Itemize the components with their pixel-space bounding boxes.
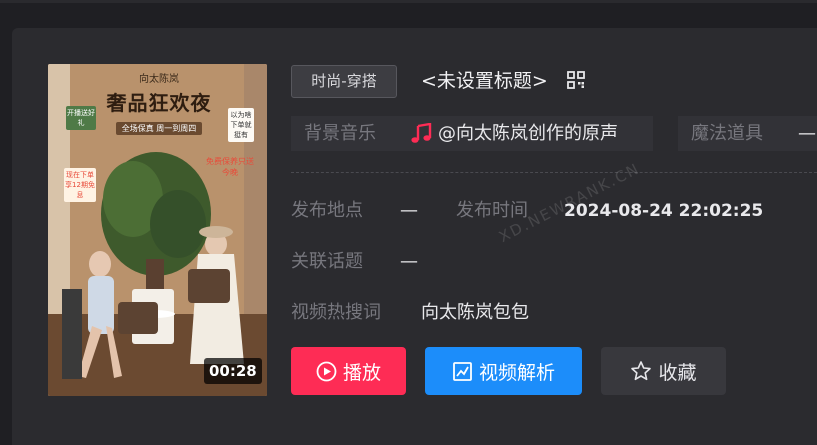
thumbnail-note-left: 现在下单享12期免息 xyxy=(64,168,96,202)
qr-code-icon[interactable] xyxy=(567,71,585,89)
favorite-button-label: 收藏 xyxy=(658,361,697,384)
bg-music-label: 背景音乐 xyxy=(304,123,376,144)
analyze-button-label: 视频解析 xyxy=(478,361,555,384)
topics-label: 关联话题 xyxy=(291,251,363,272)
magic-props-value: — xyxy=(798,123,816,144)
publish-time-value: 2024-08-24 22:02:25 xyxy=(564,201,764,221)
favorite-button[interactable]: 收藏 xyxy=(601,347,726,395)
play-circle-icon xyxy=(316,361,337,381)
video-thumbnail[interactable]: 向太陈岚 奢品狂欢夜 全场保真 周一到周四 开播送好礼 现在下单享12期免息 以… xyxy=(48,64,267,396)
star-icon xyxy=(631,361,652,381)
video-title: <未设置标题> xyxy=(421,70,548,92)
section-divider xyxy=(291,172,817,173)
thumbnail-tag-right: 免费保养只送今晚 xyxy=(206,157,254,177)
thumbnail-note-right: 以为啥下单就挺有 xyxy=(228,108,254,142)
music-note-icon xyxy=(411,123,432,143)
analyze-button[interactable]: 视频解析 xyxy=(425,347,582,395)
duration-badge: 00:28 xyxy=(204,358,262,384)
play-button[interactable]: 播放 xyxy=(291,347,406,395)
top-bar xyxy=(0,0,817,3)
magic-props-label: 魔法道具 xyxy=(691,123,763,144)
play-button-label: 播放 xyxy=(342,361,381,384)
location-value: — xyxy=(400,200,418,221)
topics-value: — xyxy=(400,251,418,272)
thumbnail-sticker: 开播送好礼 xyxy=(66,106,96,130)
chart-analysis-icon xyxy=(453,361,472,381)
thumbnail-subtitle: 全场保真 周一到周四 xyxy=(115,122,203,135)
category-tag[interactable]: 时尚-穿搭 xyxy=(291,65,397,98)
thumbnail-top-text: 向太陈岚 xyxy=(139,74,179,85)
location-label: 发布地点 xyxy=(291,200,363,221)
bg-music-link[interactable]: @向太陈岚创作的原声 xyxy=(438,121,618,147)
thumbnail-banner: 向太陈岚 奢品狂欢夜 全场保真 周一到周四 xyxy=(84,70,234,135)
hot-search-label: 视频热搜词 xyxy=(291,302,381,323)
thumbnail-title: 奢品狂欢夜 xyxy=(106,91,212,115)
hot-search-value[interactable]: 向太陈岚包包 xyxy=(421,300,529,326)
